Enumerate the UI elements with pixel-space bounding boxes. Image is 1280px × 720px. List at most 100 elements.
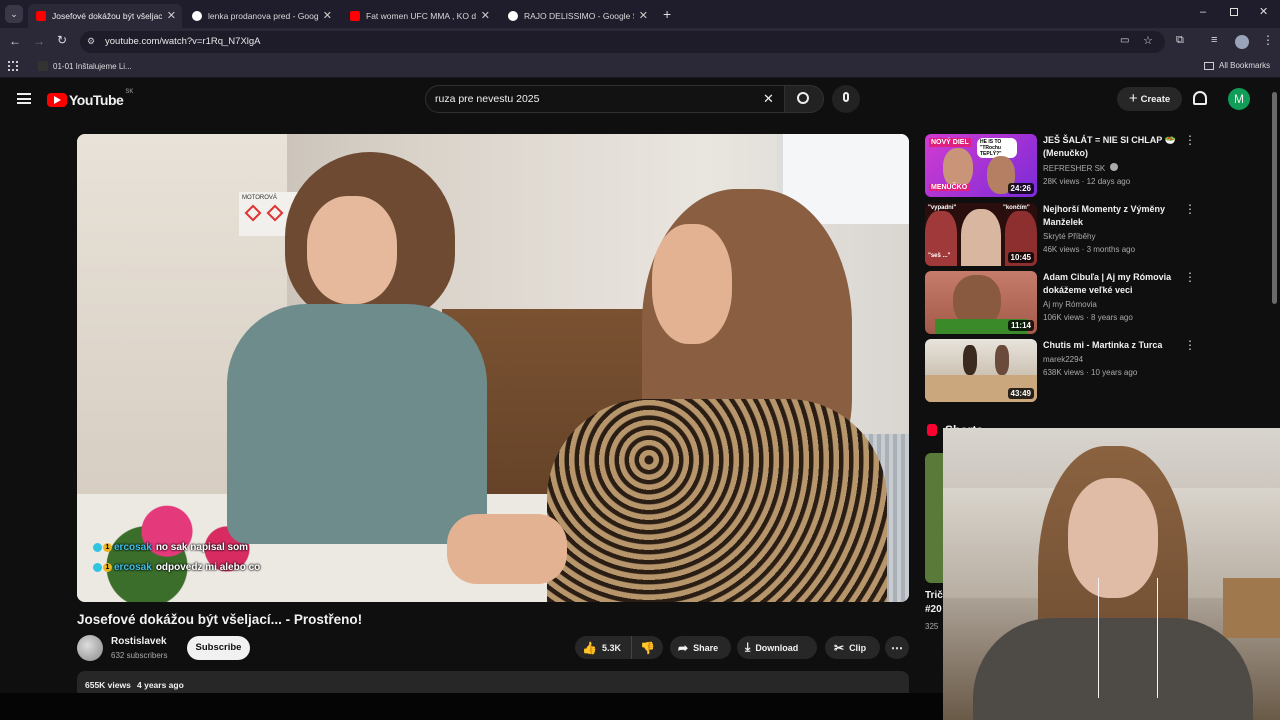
thumb-question: HE IS TO "TRochu TEPLÝ?" — [977, 138, 1017, 158]
browser-toolbar: ← → ↻ ⚙ youtube.com/watch?v=r1Rq_N7XlgA … — [0, 28, 1280, 56]
recommendation-title[interactable]: JEŠ ŠALÁT = NIE SI CHLAP 🥗 (Menučko) — [1043, 134, 1178, 160]
bookmark-item[interactable]: 01-01 Inštalujeme Li... — [38, 61, 132, 71]
tab-youtube-video[interactable]: Josefové dokážou být všeljací... ✕ — [28, 4, 182, 28]
thumbs-up-icon: 👍 — [582, 640, 597, 655]
scene-person-right-body — [547, 399, 887, 602]
recommendation-meta: 638K views · 10 years ago — [1043, 368, 1138, 377]
recommendation-thumbnail[interactable]: NOVÝ DIEL HE IS TO "TRochu TEPLÝ?" MENUČ… — [925, 134, 1037, 197]
more-options-icon[interactable]: ⋮ — [1184, 339, 1196, 351]
new-tab-button[interactable]: + — [663, 6, 671, 22]
browser-menu-icon[interactable]: ⋮ — [1262, 33, 1274, 47]
recommendation-thumbnail[interactable]: 43:49 — [925, 339, 1037, 402]
tab-search-button[interactable]: ⌄ — [5, 5, 23, 23]
video-duration: 10:45 — [1007, 252, 1034, 263]
media-controls-icon[interactable]: ≡ — [1211, 34, 1217, 46]
minimize-icon[interactable]: – — [1200, 6, 1206, 18]
video-duration: 43:49 — [1007, 388, 1034, 399]
share-button[interactable]: ➦ Share — [670, 636, 731, 659]
tab-google-search-2[interactable]: RAJO DELISSIMO - Google Sear ✕ — [500, 4, 654, 28]
recommendation-channel[interactable]: Skryté Příběhy — [1043, 230, 1095, 243]
dislike-button[interactable]: 👎 — [631, 636, 663, 659]
recommendation-title[interactable]: Nejhorší Momenty z Výměny Manželek — [1043, 203, 1178, 229]
close-window-icon[interactable]: ✕ — [1259, 5, 1268, 18]
chat-username: ercosak — [114, 562, 152, 573]
all-bookmarks-button[interactable]: All Bookmarks — [1204, 61, 1270, 70]
chat-text: no sak napisal som — [155, 542, 249, 553]
scene-hands — [447, 514, 567, 584]
chat-message: 1 ercosak odpovedz mi alebo co — [93, 562, 260, 573]
recommendation-title[interactable]: Adam Cibuľa | Aj my Rómovia dokážeme veľ… — [1043, 271, 1178, 297]
more-options-icon[interactable]: ⋮ — [1184, 134, 1196, 146]
recommendation-title[interactable]: Chutis mi - Martinka z Turca — [1043, 339, 1178, 352]
more-options-icon[interactable]: ⋮ — [1184, 271, 1196, 283]
thumb-quote: "končím" — [1003, 205, 1030, 211]
subscriber-count: 632 subscribers — [111, 651, 168, 660]
google-favicon — [192, 11, 202, 21]
tab-google-search-1[interactable]: lenka prodanova pred - Google ✕ — [184, 4, 338, 28]
tab-strip: ⌄ Josefové dokážou být všeljací... ✕ len… — [0, 0, 1280, 28]
cast-icon[interactable]: ▭ — [1120, 35, 1129, 46]
forward-icon[interactable]: → — [33, 34, 45, 48]
microphone-icon — [843, 92, 849, 102]
search-button[interactable] — [784, 85, 824, 113]
recommendation-channel[interactable]: REFRESHER SK — [1043, 162, 1119, 175]
search-box[interactable]: ruza pre nevestu 2025 ✕ — [425, 85, 785, 113]
download-button[interactable]: ⤓ Download — [737, 636, 817, 659]
thumb-label: NOVÝ DIEL — [929, 138, 971, 147]
chat-badge-count: 1 — [103, 563, 112, 572]
hamburger-menu-icon[interactable] — [17, 93, 31, 104]
thumb-sublabel: MENUČKO — [929, 184, 970, 191]
restore-icon[interactable] — [1230, 8, 1238, 16]
address-bar[interactable]: ⚙ youtube.com/watch?v=r1Rq_N7XlgA ▭ ☆ — [80, 31, 1165, 53]
account-avatar[interactable]: M — [1228, 88, 1250, 110]
search-input[interactable]: ruza pre nevestu 2025 — [435, 93, 540, 105]
shorts-title[interactable]: Trič #20 — [925, 589, 943, 617]
tab-youtube-ufc[interactable]: Fat women UFC MMA , KO d Ha ✕ — [342, 4, 496, 28]
thumb-person — [943, 148, 973, 188]
capture-bottom-bar — [0, 693, 943, 720]
recommendation-thumbnail[interactable]: "vypadni" "končím" "seš ..." 10:45 — [925, 203, 1037, 266]
chat-username: ercosak — [114, 542, 152, 553]
reload-icon[interactable]: ↻ — [57, 33, 67, 47]
like-button[interactable]: 👍 5.3K — [575, 636, 631, 659]
recommendation-thumbnail[interactable]: 11:14 — [925, 271, 1037, 334]
shorts-thumbnail[interactable] — [925, 453, 943, 583]
bookmark-star-icon[interactable]: ☆ — [1143, 34, 1153, 47]
youtube-logo[interactable]: YouTube SK — [47, 89, 133, 108]
video-player[interactable]: MOTOROVÁ 1 ercosak no sak napisal som 1 … — [77, 134, 909, 602]
close-tab-icon[interactable]: ✕ — [323, 9, 332, 22]
webcam-earphone-cable — [1098, 578, 1158, 698]
clear-search-icon[interactable]: ✕ — [763, 91, 774, 107]
subscribe-button[interactable]: Subscribe — [187, 636, 250, 660]
site-info-icon[interactable]: ⚙ — [87, 36, 95, 47]
channel-avatar[interactable] — [77, 635, 103, 661]
avatar-letter: M — [1234, 92, 1244, 106]
bookmark-label: 01-01 Inštalujeme Li... — [53, 61, 132, 71]
create-button[interactable]: + Create — [1117, 87, 1182, 111]
extensions-icon[interactable]: ⧉ — [1176, 34, 1184, 47]
recommendation-channel[interactable]: marek2294 — [1043, 353, 1083, 366]
page-scrollbar[interactable] — [1272, 92, 1277, 304]
youtube-favicon — [350, 11, 360, 21]
close-tab-icon[interactable]: ✕ — [481, 9, 490, 22]
close-tab-icon[interactable]: ✕ — [639, 9, 648, 22]
more-options-icon[interactable]: ⋮ — [1184, 203, 1196, 215]
notifications-bell-icon[interactable] — [1193, 91, 1207, 105]
chat-badge-count: 1 — [103, 543, 112, 552]
voice-search-button[interactable] — [832, 85, 860, 113]
channel-name[interactable]: Rostislavek — [111, 636, 167, 647]
close-tab-icon[interactable]: ✕ — [167, 9, 176, 22]
more-actions-button[interactable]: ⋯ — [885, 636, 909, 659]
back-icon[interactable]: ← — [9, 34, 21, 48]
profile-avatar-icon[interactable] — [1235, 35, 1249, 49]
youtube-favicon — [36, 11, 46, 21]
bookmark-favicon — [38, 61, 48, 71]
shorts-icon — [927, 424, 937, 436]
bookmarks-bar: 01-01 Inštalujeme Li... All Bookmarks — [0, 56, 1280, 78]
chat-message: 1 ercosak no sak napisal som — [93, 542, 248, 553]
recommendation-channel[interactable]: Aj my Rómovia — [1043, 298, 1097, 311]
apps-grid-icon[interactable] — [8, 61, 18, 71]
clip-button[interactable]: ✂ Clip — [825, 636, 880, 659]
plus-icon: + — [1128, 90, 1138, 107]
scene-person-left-face — [307, 196, 397, 304]
